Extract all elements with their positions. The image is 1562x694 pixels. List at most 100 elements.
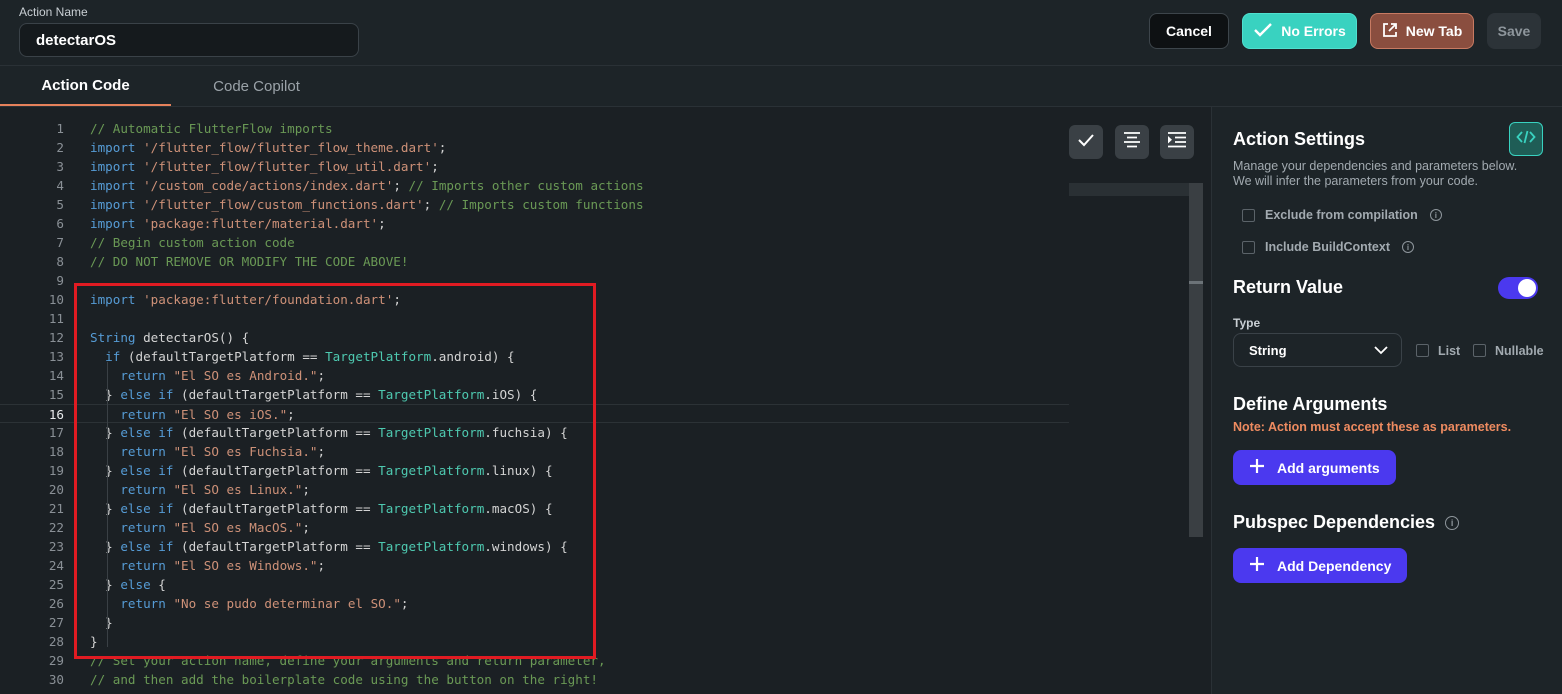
code-line[interactable]: 5 import '/flutter_flow/custom_functions.…	[0, 195, 1069, 214]
code-icon	[1516, 129, 1536, 150]
tab-bar: Action Code Code Copilot	[0, 66, 1562, 107]
exclude-compilation-checkbox[interactable]	[1242, 208, 1255, 222]
line-number: 11	[48, 311, 64, 326]
line-number: 12	[48, 330, 64, 345]
line-number: 6	[56, 216, 64, 231]
type-label: Type	[1233, 316, 1261, 330]
code-line[interactable]: 1 // Automatic FlutterFlow imports	[0, 119, 1069, 138]
new-tab-label: New Tab	[1405, 23, 1463, 39]
action-name-label: Action Name	[19, 5, 88, 19]
code-token: import	[90, 159, 136, 174]
code-token: ;	[431, 159, 439, 174]
code-token: '/custom_code/actions/index.dart'	[143, 178, 394, 193]
external-link-icon	[1382, 22, 1398, 41]
type-select[interactable]: String	[1233, 333, 1402, 367]
line-number: 24	[48, 558, 64, 573]
no-errors-button[interactable]: No Errors	[1242, 13, 1357, 49]
list-checkbox[interactable]	[1416, 344, 1429, 357]
nullable-label: Nullable	[1495, 343, 1544, 358]
action-settings-panel: Action Settings Manage your dependencies…	[1211, 107, 1562, 694]
code-token: // DO NOT REMOVE OR MODIFY THE CODE ABOV…	[90, 254, 409, 269]
minimap	[1069, 183, 1189, 196]
code-line[interactable]: 4 import '/custom_code/actions/index.dart…	[0, 176, 1069, 195]
line-number: 5	[56, 197, 64, 212]
info-icon[interactable]: i	[1402, 241, 1414, 253]
align-center-icon	[1122, 131, 1142, 154]
code-token: // and then add the boilerplate code usi…	[90, 672, 598, 687]
code-line[interactable]: 8 // DO NOT REMOVE OR MODIFY THE CODE ABO…	[0, 252, 1069, 271]
code-text: import '/flutter_flow/custom_functions.d…	[90, 195, 644, 214]
highlight-box	[74, 283, 596, 659]
add-arguments-button[interactable]: Add arguments	[1233, 450, 1396, 485]
code-token: // Begin custom action code	[90, 235, 295, 250]
action-name-input[interactable]: detectarOS	[19, 23, 359, 57]
plus-icon	[1249, 556, 1265, 575]
line-number: 15	[48, 387, 64, 402]
code-token: import	[90, 197, 136, 212]
editor-scrollbar[interactable]	[1189, 183, 1203, 537]
format-code-button[interactable]	[1115, 125, 1149, 159]
no-errors-label: No Errors	[1281, 23, 1346, 39]
code-token: '/flutter_flow/custom_functions.dart'	[143, 197, 424, 212]
line-number: 13	[48, 349, 64, 364]
code-token: // Automatic FlutterFlow imports	[90, 121, 333, 136]
exclude-compilation-label: Exclude from compilation	[1265, 208, 1418, 222]
new-tab-button[interactable]: New Tab	[1370, 13, 1474, 49]
tab-code-copilot[interactable]: Code Copilot	[171, 66, 342, 106]
exclude-compilation-row[interactable]: Exclude from compilation i	[1242, 206, 1442, 224]
return-value-toggle[interactable]	[1498, 277, 1538, 299]
code-token: ;	[393, 178, 409, 193]
code-view-toggle-button[interactable]	[1509, 122, 1543, 156]
line-number: 23	[48, 539, 64, 554]
pubspec-dependencies-header: Pubspec Dependencies i	[1233, 512, 1460, 533]
type-select-value: String	[1249, 342, 1287, 358]
cancel-button[interactable]: Cancel	[1149, 13, 1229, 49]
toggle-knob	[1518, 279, 1536, 297]
code-line[interactable]: 3 import '/flutter_flow/flutter_flow_util…	[0, 157, 1069, 176]
nullable-checkbox-row[interactable]: Nullable	[1473, 343, 1544, 358]
code-token: // Imports custom functions	[438, 197, 644, 212]
info-icon[interactable]: i	[1429, 209, 1442, 221]
line-number: 25	[48, 577, 64, 592]
code-line[interactable]: 2 import '/flutter_flow/flutter_flow_them…	[0, 138, 1069, 157]
save-button[interactable]: Save	[1487, 13, 1541, 49]
code-line[interactable]: 7 // Begin custom action code	[0, 233, 1069, 252]
nullable-checkbox[interactable]	[1473, 344, 1486, 357]
check-icon	[1076, 132, 1096, 153]
code-text: import '/flutter_flow/flutter_flow_theme…	[90, 138, 446, 157]
indent-code-button[interactable]	[1160, 125, 1194, 159]
line-number: 26	[48, 596, 64, 611]
info-icon[interactable]: i	[1445, 515, 1460, 530]
code-text: import '/flutter_flow/flutter_flow_util.…	[90, 157, 439, 176]
code-line[interactable]: 6 import 'package:flutter/material.dart';	[0, 214, 1069, 233]
code-token: import	[90, 140, 136, 155]
pubspec-dependencies-title: Pubspec Dependencies	[1233, 512, 1436, 532]
list-checkbox-row[interactable]: List	[1416, 343, 1460, 358]
check-icon	[1253, 22, 1273, 41]
code-token: import	[90, 178, 136, 193]
tab-action-code[interactable]: Action Code	[0, 66, 171, 106]
line-number: 16	[48, 407, 64, 422]
code-text: // Automatic FlutterFlow imports	[90, 119, 333, 138]
line-number: 20	[48, 482, 64, 497]
line-number: 21	[48, 501, 64, 516]
arguments-note: Note: Action must accept these as parame…	[1233, 420, 1512, 434]
include-buildcontext-label: Include BuildContext	[1265, 240, 1390, 254]
add-dependency-button[interactable]: Add Dependency	[1233, 548, 1408, 583]
line-number: 2	[56, 140, 64, 155]
line-number: 27	[48, 615, 64, 630]
code-text: // DO NOT REMOVE OR MODIFY THE CODE ABOV…	[90, 252, 408, 271]
save-button-label: Save	[1497, 23, 1531, 39]
code-text: import '/custom_code/actions/index.dart'…	[90, 176, 644, 195]
add-arguments-label: Add arguments	[1277, 459, 1380, 476]
include-buildcontext-checkbox[interactable]	[1242, 240, 1255, 254]
code-editor[interactable]: 1 // Automatic FlutterFlow imports 2 import…	[0, 107, 1211, 694]
line-number: 30	[48, 672, 64, 687]
validate-code-button[interactable]	[1069, 125, 1103, 159]
line-number: 8	[56, 254, 64, 269]
code-line[interactable]: 30 // and then add the boilerplate code u…	[0, 670, 1069, 689]
indent-icon	[1166, 131, 1188, 154]
include-buildcontext-row[interactable]: Include BuildContext i	[1242, 238, 1414, 256]
